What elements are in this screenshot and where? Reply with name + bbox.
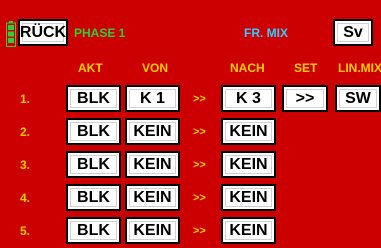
set-button[interactable]: >> [282,85,328,112]
nach-button[interactable]: KEIN [221,151,276,178]
row-number: 4. [20,191,31,205]
nach-button[interactable]: KEIN [221,118,276,145]
akt-button[interactable]: BLK [66,184,121,211]
von-button[interactable]: KEIN [125,184,180,211]
column-header-nach: NACH [230,61,265,75]
arrow-label: >> [193,159,206,171]
nach-button[interactable]: K 3 [221,85,276,112]
sv-button[interactable]: Sv [333,19,373,46]
linmix-button[interactable]: SW [335,85,381,112]
row-number: 2. [20,125,31,139]
von-button[interactable]: KEIN [125,151,180,178]
nach-button[interactable]: KEIN [221,184,276,211]
row-number: 3. [20,158,31,172]
akt-button[interactable]: BLK [66,85,121,112]
column-header-akt: AKT [78,61,103,75]
arrow-label: >> [193,93,206,105]
akt-button[interactable]: BLK [66,118,121,145]
akt-button[interactable]: BLK [66,217,121,244]
arrow-label: >> [193,126,206,138]
von-button[interactable]: K 1 [125,85,180,112]
column-header-linmix: LIN.MIX [338,61,381,75]
arrow-label: >> [193,192,206,204]
back-button[interactable]: RÜCK [18,19,68,46]
page-title: FR. MIX [244,26,288,40]
nach-button[interactable]: KEIN [221,217,276,244]
akt-button[interactable]: BLK [66,151,121,178]
column-header-set: SET [294,61,318,75]
phase-label: PHASE 1 [74,26,126,40]
arrow-label: >> [193,225,206,237]
column-header-von: VON [142,61,169,75]
battery-icon [6,21,16,47]
von-button[interactable]: KEIN [125,118,180,145]
row-number: 5. [20,224,31,238]
von-button[interactable]: KEIN [125,217,180,244]
row-number: 1. [20,92,31,106]
